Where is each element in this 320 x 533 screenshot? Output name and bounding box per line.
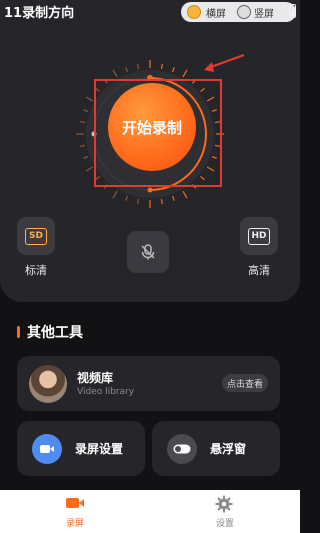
bottom-tab-bar: 录屏 设置 — [0, 490, 300, 533]
section-accent-bar — [17, 326, 20, 338]
dial-tick — [160, 198, 163, 205]
dial-tick — [83, 156, 89, 159]
dial-tick — [160, 63, 163, 70]
landscape-label[interactable]: 横屏 — [206, 5, 226, 20]
dial-tick — [79, 144, 86, 147]
mute-mic-button[interactable] — [127, 231, 169, 273]
hd-badge: HD — [248, 227, 270, 245]
section-title-text: 其他工具 — [27, 325, 83, 341]
floating-window-label: 悬浮窗 — [210, 442, 247, 456]
sd-button[interactable]: SD — [17, 217, 55, 255]
dial-tick — [172, 195, 175, 201]
status-title: 11录制方向 — [4, 6, 75, 21]
tab-settings[interactable]: 设置 — [150, 490, 300, 533]
dial-tick — [172, 67, 175, 73]
dial-tick — [79, 121, 86, 124]
tab-record[interactable]: 录屏 — [0, 490, 150, 533]
dial-end-dot — [147, 187, 153, 193]
gear-icon — [215, 495, 233, 513]
start-record-button[interactable]: 开始录制 — [108, 83, 196, 171]
view-button[interactable]: 点击查看 — [222, 374, 268, 392]
landscape-icon — [187, 5, 201, 19]
battery-icon — [289, 4, 296, 18]
video-library-card[interactable]: 视频库 Video library 点击查看 — [17, 356, 280, 411]
tab-record-label: 录屏 — [65, 519, 84, 529]
dial-tick — [137, 63, 140, 70]
dial-tick — [85, 166, 94, 172]
portrait-icon — [237, 5, 251, 19]
record-settings-card[interactable]: 录屏设置 — [17, 421, 145, 476]
toggle-icon — [167, 434, 197, 464]
dial-tick — [125, 195, 128, 201]
orientation-pill[interactable]: 横屏 竖屏 — [181, 2, 296, 22]
mic-off-icon — [141, 244, 155, 260]
arrow-icon — [204, 54, 245, 72]
dial-tick — [137, 198, 140, 205]
video-camera-icon — [32, 434, 62, 464]
status-bar: 11录制方向 横屏 竖屏 — [0, 0, 300, 24]
dial-tick — [182, 69, 188, 78]
hd-button[interactable]: HD — [240, 217, 278, 255]
dial-tick — [182, 190, 188, 199]
video-library-subtitle: Video library — [77, 387, 135, 397]
dial-tick — [85, 96, 94, 102]
other-tools-heading: 其他工具 — [17, 322, 83, 342]
dial-tick — [125, 67, 128, 73]
dial-tick — [112, 69, 118, 78]
record-tab-icon — [66, 498, 84, 508]
portrait-label[interactable]: 竖屏 — [254, 5, 274, 20]
video-library-title: 视频库 — [77, 371, 114, 385]
hd-label: 高清 — [248, 264, 270, 277]
sd-badge: SD — [25, 227, 47, 245]
record-settings-label: 录屏设置 — [75, 442, 124, 456]
video-thumbnail — [29, 365, 67, 403]
dial-tick — [83, 109, 89, 112]
floating-window-card[interactable]: 悬浮窗 — [152, 421, 280, 476]
tab-settings-label: 设置 — [215, 519, 234, 529]
dial-tick — [112, 190, 118, 199]
sd-label: 标清 — [25, 264, 47, 277]
